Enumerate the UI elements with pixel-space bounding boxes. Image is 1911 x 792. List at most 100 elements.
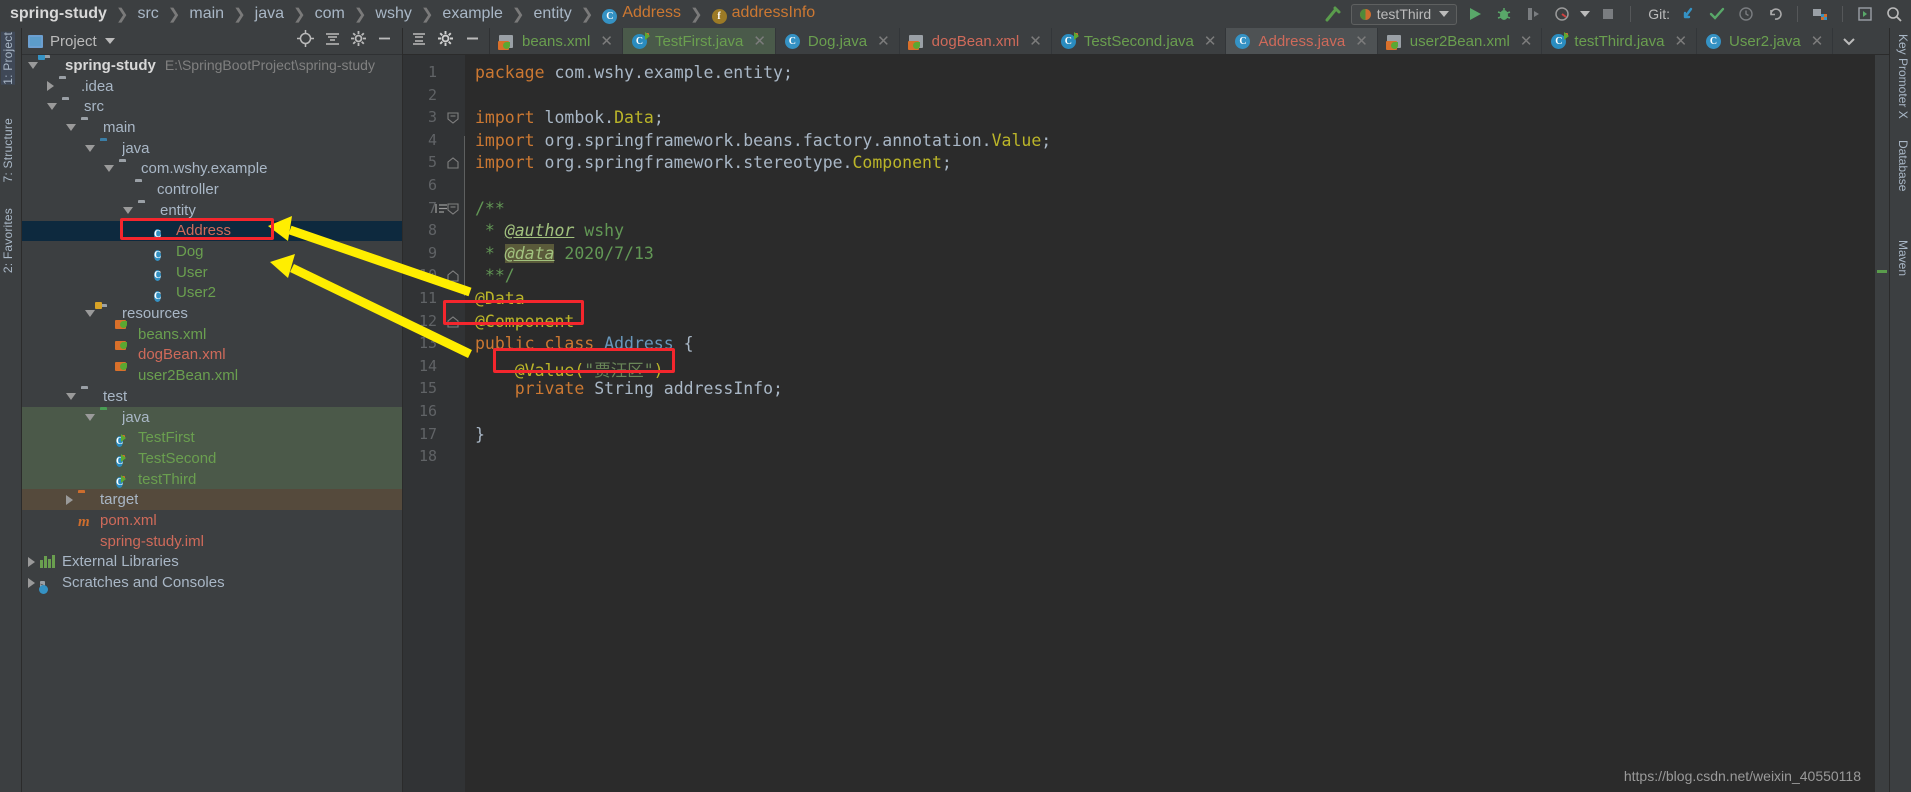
- close-icon[interactable]: ✕: [877, 32, 890, 50]
- tree-node-external-libraries[interactable]: External Libraries: [22, 552, 402, 573]
- tree-node-scratches-and-consoles[interactable]: > Scratches and Consoles: [22, 572, 402, 593]
- tree-node-dogbean-xml[interactable]: dogBean.xml: [22, 341, 402, 366]
- tree-node-src[interactable]: src: [22, 96, 402, 117]
- editor-gutter[interactable]: 1 2 3 4 5 6 7 8 9 10 11 12 13 14 15 16 17 18: [403, 55, 465, 792]
- close-icon[interactable]: ✕: [1674, 32, 1687, 50]
- tool-tab-project[interactable]: 1: Project: [1, 32, 15, 85]
- chevron-down-icon[interactable]: [123, 206, 133, 214]
- run-configuration-selector[interactable]: testThird: [1350, 3, 1458, 25]
- tool-tab-database[interactable]: Database: [1896, 140, 1910, 191]
- tree-node-user2[interactable]: C User2: [22, 283, 402, 304]
- tree-node--idea[interactable]: .idea: [22, 76, 402, 97]
- editor-tab-beans-xml[interactable]: beans.xml ✕: [490, 28, 623, 54]
- chevron-down-icon[interactable]: [104, 38, 115, 44]
- close-icon[interactable]: ✕: [1811, 32, 1824, 50]
- run-with-coverage-icon[interactable]: [1522, 3, 1544, 25]
- search-everywhere-icon[interactable]: [1883, 3, 1905, 25]
- marker-stripe[interactable]: [1877, 270, 1887, 273]
- tree-node-beans-xml[interactable]: beans.xml: [22, 321, 402, 345]
- chevron-down-icon[interactable]: [66, 123, 76, 131]
- editor-tab-user2bean-xml[interactable]: user2Bean.xml ✕: [1378, 28, 1543, 54]
- tree-node-com-wshy-example[interactable]: com.wshy.example: [22, 158, 402, 179]
- editor-tab-user2-java[interactable]: C User2.java ✕: [1697, 28, 1834, 54]
- gear-icon[interactable]: [438, 31, 453, 51]
- breadcrumb-item-address[interactable]: C Address: [602, 4, 681, 24]
- editor-tab-testthird-java[interactable]: CtestThird.java ✕: [1542, 28, 1698, 54]
- code-content[interactable]: package com.wshy.example.entity; import l…: [465, 55, 1889, 792]
- editor-tab-dogbean-xml[interactable]: dogBean.xml ✕: [900, 28, 1052, 54]
- chevron-right-icon[interactable]: [28, 556, 35, 567]
- close-icon[interactable]: ✕: [1355, 32, 1368, 50]
- locate-icon[interactable]: [297, 30, 314, 52]
- stop-icon[interactable]: [1597, 3, 1619, 25]
- close-icon[interactable]: ✕: [753, 32, 766, 50]
- breadcrumb-item-entity[interactable]: entity: [533, 5, 571, 23]
- close-icon[interactable]: ✕: [1204, 32, 1217, 50]
- expand-collapse-icon[interactable]: [412, 32, 426, 51]
- rollback-icon[interactable]: [1764, 3, 1786, 25]
- hammer-icon[interactable]: [1322, 3, 1344, 25]
- tree-node-test[interactable]: test: [22, 386, 402, 407]
- tree-node-user[interactable]: C User: [22, 262, 402, 283]
- editor-tab-address-java[interactable]: C Address.java ✕: [1226, 28, 1378, 54]
- update-project-icon[interactable]: [1677, 3, 1699, 25]
- hide-icon[interactable]: [377, 31, 392, 51]
- gear-icon[interactable]: [351, 31, 366, 51]
- chevron-right-icon[interactable]: [28, 577, 35, 588]
- chevron-down-icon[interactable]: [85, 310, 95, 318]
- tool-tab-maven[interactable]: Maven: [1896, 240, 1910, 276]
- fold-expand-icon[interactable]: [447, 111, 459, 124]
- tree-node-entity[interactable]: entity: [22, 200, 402, 221]
- project-structure-icon[interactable]: [1809, 3, 1831, 25]
- debug-icon[interactable]: [1493, 3, 1515, 25]
- commit-icon[interactable]: [1706, 3, 1728, 25]
- tree-node-user2bean-xml[interactable]: user2Bean.xml: [22, 362, 402, 386]
- chevron-right-icon[interactable]: [47, 81, 54, 92]
- tree-node-pom-xml[interactable]: m pom.xml: [22, 510, 402, 531]
- javadoc-marker-icon[interactable]: [435, 202, 448, 220]
- editor-tab-dog-java[interactable]: C Dog.java ✕: [776, 28, 900, 54]
- breadcrumb-item-com[interactable]: com: [315, 5, 345, 23]
- breadcrumb-item-src[interactable]: src: [137, 5, 158, 23]
- tree-node-target[interactable]: target: [22, 489, 402, 511]
- run-icon[interactable]: [1464, 3, 1486, 25]
- tree-node-testthird[interactable]: CtestThird: [22, 468, 402, 490]
- tool-tab-key-promoter[interactable]: Key Promoter X: [1896, 34, 1910, 119]
- fold-expand-icon[interactable]: [447, 202, 459, 215]
- tree-node-testsecond[interactable]: C TestSecond: [22, 448, 402, 469]
- tree-node-spring-study[interactable]: spring-study E:\SpringBootProject\spring-…: [22, 55, 402, 76]
- project-tree[interactable]: spring-study E:\SpringBootProject\spring-…: [22, 55, 402, 792]
- breadcrumb-item-java[interactable]: java: [255, 5, 284, 23]
- tree-node-resources[interactable]: resources: [22, 301, 402, 324]
- chevron-down-icon[interactable]: [1580, 11, 1591, 17]
- editor-tab-testfirst-java[interactable]: C TestFirst.java ✕: [622, 28, 776, 54]
- run-anything-icon[interactable]: [1854, 3, 1876, 25]
- fold-collapse-icon[interactable]: [447, 315, 459, 328]
- tree-node-address[interactable]: C Address: [22, 220, 402, 242]
- fold-collapse-icon[interactable]: [447, 269, 459, 282]
- breadcrumb-item-addressinfo[interactable]: f addressInfo: [711, 4, 815, 24]
- breadcrumb-item-wshy[interactable]: wshy: [375, 5, 411, 23]
- editor-right-margin[interactable]: [1875, 55, 1889, 792]
- chevron-down-icon[interactable]: [47, 103, 57, 111]
- chevron-down-icon[interactable]: [85, 144, 95, 152]
- close-icon[interactable]: ✕: [1520, 32, 1533, 50]
- tree-node-main[interactable]: main: [22, 117, 402, 138]
- chevron-down-icon[interactable]: [28, 61, 38, 69]
- breadcrumb-item-spring-study[interactable]: spring-study: [10, 5, 107, 23]
- collapse-all-icon[interactable]: [325, 31, 340, 51]
- breadcrumb-item-example[interactable]: example: [442, 5, 502, 23]
- tree-node-java[interactable]: java: [22, 406, 402, 428]
- profiler-icon[interactable]: [1551, 3, 1573, 25]
- fold-collapse-icon[interactable]: [447, 156, 459, 169]
- hide-icon[interactable]: [465, 31, 480, 51]
- close-icon[interactable]: ✕: [1029, 32, 1042, 50]
- tree-node-java[interactable]: java: [22, 138, 402, 159]
- tree-node-dog[interactable]: C Dog: [22, 241, 402, 262]
- chevron-down-icon[interactable]: [104, 165, 114, 173]
- chevron-down-icon[interactable]: [85, 413, 95, 421]
- chevron-down-icon[interactable]: [66, 392, 76, 400]
- tree-node-testfirst[interactable]: C TestFirst: [22, 427, 402, 449]
- tree-node-spring-study-iml[interactable]: spring-study.iml: [22, 531, 402, 552]
- tool-tab-favorites[interactable]: 2: Favorites: [1, 208, 15, 273]
